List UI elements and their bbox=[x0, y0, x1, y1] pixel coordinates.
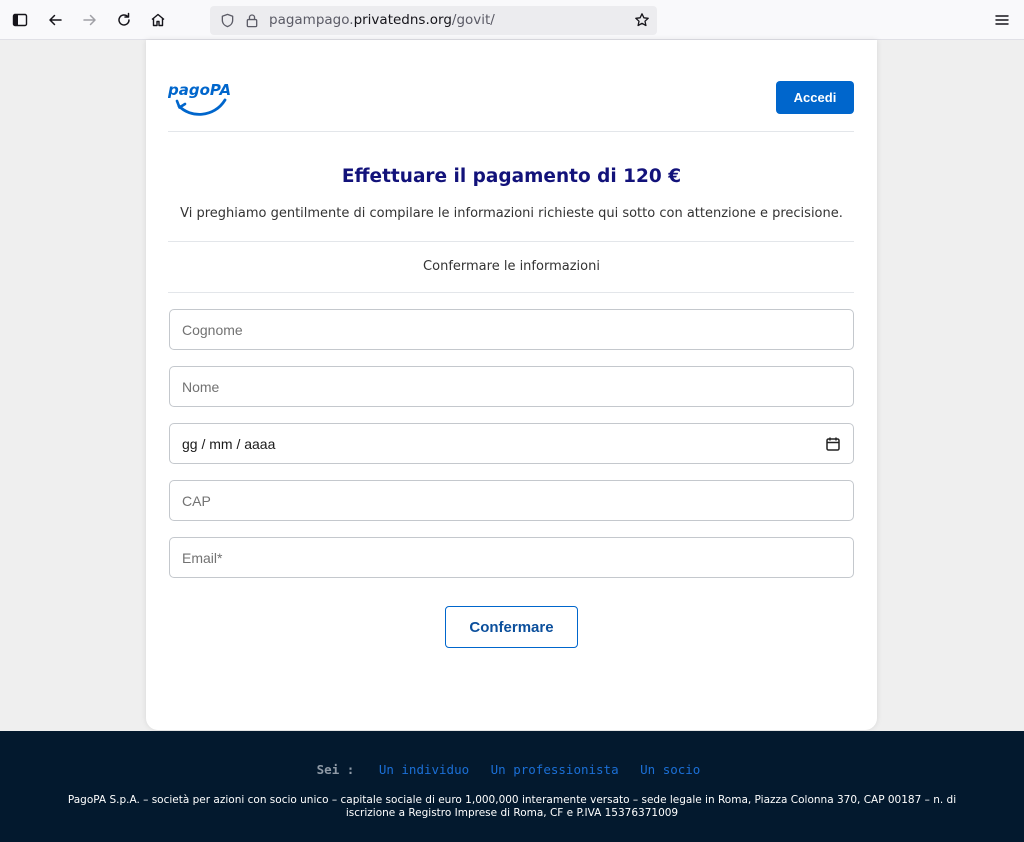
menu-icon[interactable] bbox=[990, 8, 1014, 32]
sidebar-toggle-icon[interactable] bbox=[8, 8, 32, 32]
shield-icon[interactable] bbox=[218, 11, 236, 29]
footer-legal-line-1: PagoPA S.p.A. – società per azioni con s… bbox=[67, 794, 957, 806]
url-bar[interactable]: pagampago.privatedns.org/govit/ bbox=[210, 6, 657, 35]
footer-audience-links: Sei : Un individuo Un professionista Un … bbox=[0, 762, 1024, 777]
footer-link-individual[interactable]: Un individuo bbox=[379, 762, 469, 777]
birthdate-input[interactable]: gg / mm / aaaa bbox=[169, 423, 854, 464]
pagopa-logo[interactable]: pagoPA bbox=[167, 76, 231, 120]
home-icon[interactable] bbox=[146, 8, 170, 32]
section-divider-top bbox=[168, 241, 854, 242]
footer-legal-text: PagoPA S.p.A. – società per azioni con s… bbox=[30, 794, 994, 820]
payment-card: pagoPA Accedi Effettuare il pagamento di… bbox=[146, 40, 877, 730]
logo-wordmark: pagoPA bbox=[168, 81, 230, 99]
footer-link-professional[interactable]: Un professionista bbox=[491, 762, 619, 777]
url-path: /govit/ bbox=[451, 12, 495, 28]
page-subtitle: Vi preghiamo gentilmente di compilare le… bbox=[180, 206, 843, 221]
bookmark-star-icon[interactable] bbox=[633, 11, 651, 29]
back-icon[interactable] bbox=[43, 8, 67, 32]
reload-icon[interactable] bbox=[112, 8, 136, 32]
footer-legal-line-2: iscrizione a Registro Imprese di Roma, C… bbox=[345, 807, 679, 819]
lock-icon[interactable] bbox=[243, 11, 261, 29]
url-text[interactable]: pagampago.privatedns.org/govit/ bbox=[269, 12, 495, 28]
url-domain: privatedns.org bbox=[353, 12, 452, 28]
header-divider bbox=[168, 131, 854, 132]
cap-input[interactable] bbox=[169, 480, 854, 521]
email-input[interactable] bbox=[169, 537, 854, 578]
section-divider-bottom bbox=[168, 292, 854, 293]
forward-icon[interactable] bbox=[78, 8, 102, 32]
calendar-icon[interactable] bbox=[825, 436, 841, 452]
date-placeholder: gg / mm / aaaa bbox=[182, 435, 276, 452]
footer-sei-label: Sei : bbox=[316, 762, 355, 777]
page-title: Effettuare il pagamento di 120 € bbox=[341, 166, 682, 187]
confirm-button[interactable]: Confermare bbox=[445, 606, 578, 648]
url-prefix: pagampago. bbox=[269, 12, 354, 28]
section-title: Confermare le informazioni bbox=[423, 259, 600, 274]
site-footer: Sei : Un individuo Un professionista Un … bbox=[0, 731, 1024, 842]
name-input[interactable] bbox=[169, 366, 854, 407]
surname-input[interactable] bbox=[169, 309, 854, 350]
login-button[interactable]: Accedi bbox=[776, 81, 854, 114]
footer-link-partner[interactable]: Un socio bbox=[640, 762, 700, 777]
browser-toolbar: pagampago.privatedns.org/govit/ bbox=[0, 0, 1024, 40]
